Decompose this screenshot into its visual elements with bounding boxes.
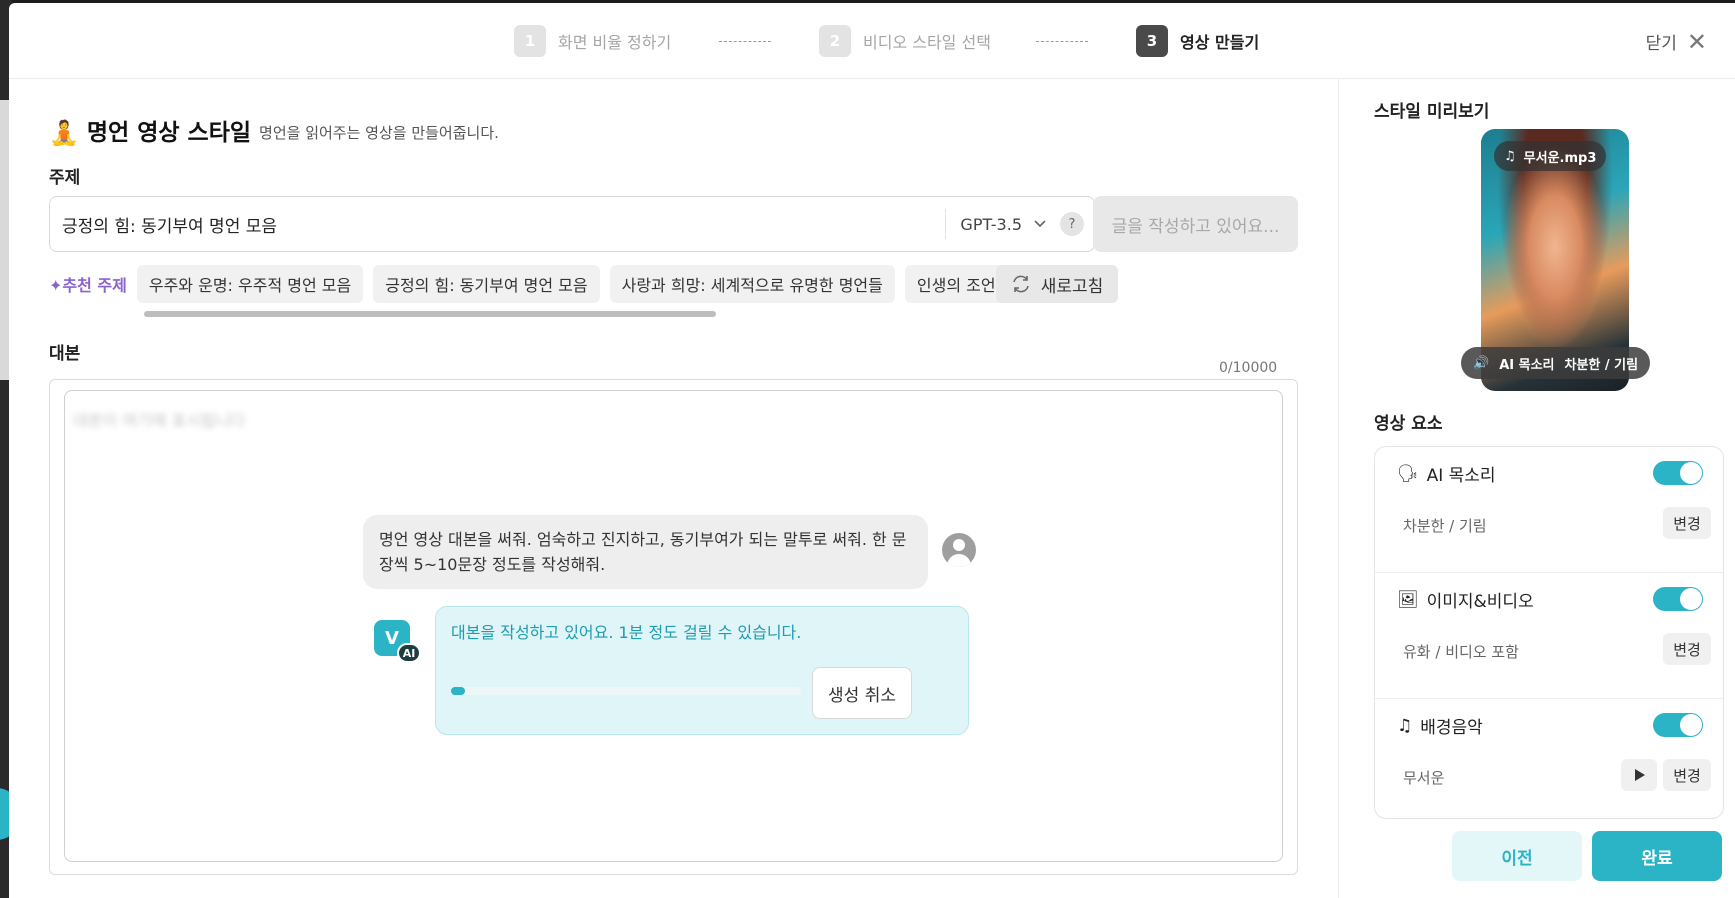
ai-message: 대본을 작성하고 있어요. 1분 정도 걸릴 수 있습니다. 생성 취소 (435, 606, 969, 735)
topic-input[interactable]: 긍정의 힘: 동기부여 명언 모음 GPT-3.5 ? (49, 196, 1095, 252)
generation-progress-bar (451, 687, 801, 695)
music-note-icon: ♫ (1397, 715, 1413, 736)
step-make-video: 3 영상 만들기 (1136, 25, 1259, 57)
element-name: 배경음악 (1420, 718, 1483, 738)
help-icon[interactable]: ? (1060, 212, 1084, 236)
image-icon: 🖼 (1397, 589, 1419, 610)
step-label: 비디오 스타일 선택 (863, 33, 991, 52)
step-divider (1036, 41, 1088, 42)
create-video-modal: 1 화면 비율 정하기 2 비디오 스타일 선택 3 영상 만들기 닫기 ✕ 🧘… (9, 3, 1735, 898)
step-number: 3 (1136, 25, 1168, 57)
refresh-icon (1012, 275, 1029, 293)
bgm-toggle[interactable] (1653, 713, 1703, 737)
element-value: 무서운 (1403, 769, 1445, 787)
topic-chip[interactable]: 우주와 운명: 우주적 명언 모음 (136, 265, 364, 303)
close-button[interactable]: 닫기 ✕ (1645, 27, 1707, 56)
style-title-row: 🧘 명언 영상 스타일 명언을 읽어주는 영상을 만들어줍니다. (49, 113, 499, 147)
image-video-toggle[interactable] (1653, 587, 1703, 611)
step-label: 화면 비율 정하기 (558, 33, 672, 52)
preview-label: 스타일 미리보기 (1374, 102, 1490, 122)
char-counter: 0/10000 (1219, 360, 1278, 376)
element-name: 이미지&비디오 (1426, 592, 1534, 612)
voice-icon: 🗣 (1397, 463, 1419, 484)
user-message: 명언 영상 대본을 써줘. 엄숙하고 진지하고, 동기부여가 되는 말투로 써줘… (363, 515, 928, 589)
step-number: 2 (819, 25, 851, 57)
element-name: AI 목소리 (1426, 466, 1496, 486)
user-avatar-icon (942, 533, 976, 567)
script-textarea[interactable]: 대본이 여기에 표시됩니다 명언 영상 대본을 써줘. 엄숙하고 진지하고, 동… (64, 390, 1283, 862)
speaker-icon: 🔊 (1473, 355, 1490, 371)
topic-label: 주제 (49, 168, 81, 188)
refresh-button[interactable]: 새로고침 (996, 265, 1118, 303)
horizontal-scrollbar[interactable] (144, 311, 716, 317)
close-icon: ✕ (1686, 27, 1707, 56)
element-image-video: 🖼 이미지&비디오 유화 / 비디오 포함 변경 (1375, 573, 1723, 699)
step-number: 1 (514, 25, 546, 57)
progress-fill (451, 687, 465, 695)
play-button[interactable] (1621, 759, 1657, 791)
previous-button[interactable]: 이전 (1452, 831, 1582, 881)
topic-chip[interactable]: 인생의 조언: 고 (904, 265, 1009, 303)
element-ai-voice: 🗣 AI 목소리 차분한 / 기림 변경 (1375, 447, 1723, 573)
script-label: 대본 (49, 344, 81, 364)
recommended-label: ✦추천 주제 (49, 276, 127, 295)
done-button[interactable]: 완료 (1592, 831, 1722, 881)
cancel-generation-button[interactable]: 생성 취소 (812, 667, 912, 719)
elements-label: 영상 요소 (1374, 414, 1443, 434)
model-select[interactable]: GPT-3.5 (946, 215, 1060, 234)
sparkle-icon: ✦ (49, 276, 63, 295)
chevron-down-icon (1034, 220, 1046, 228)
music-note-icon: ♫ (1504, 148, 1516, 164)
change-bgm-button[interactable]: 변경 (1663, 759, 1711, 791)
element-bgm: ♫ 배경음악 무서운 변경 (1375, 699, 1723, 825)
script-placeholder: 대본이 여기에 표시됩니다 (73, 411, 246, 430)
element-value: 차분한 / 기림 (1403, 517, 1487, 535)
video-elements: 🗣 AI 목소리 차분한 / 기림 변경 🖼 이미지&비디오 유화 / 비디오 … (1374, 446, 1724, 819)
page-description: 명언을 읽어주는 영상을 만들어줍니다. (259, 124, 499, 142)
step-aspect-ratio: 1 화면 비율 정하기 (514, 25, 671, 57)
play-icon (1635, 769, 1645, 781)
script-area: 대본이 여기에 표시됩니다 명언 영상 대본을 써줘. 엄숙하고 진지하고, 동… (49, 379, 1298, 875)
recommended-topics: ✦추천 주제 우주와 운명: 우주적 명언 모음 긍정의 힘: 동기부여 명언 … (49, 265, 1009, 303)
voice-tag: 🔊 AI 목소리 차분한 / 기림 (1461, 347, 1651, 379)
step-video-style: 2 비디오 스타일 선택 (819, 25, 991, 57)
ai-voice-toggle[interactable] (1653, 461, 1703, 485)
topic-chip[interactable]: 사랑과 희망: 세계적으로 유명한 명언들 (609, 265, 895, 303)
ai-message-text: 대본을 작성하고 있어요. 1분 정도 걸릴 수 있습니다. (451, 623, 802, 642)
ai-badge: AI (397, 643, 421, 663)
change-image-button[interactable]: 변경 (1663, 633, 1711, 665)
step-label: 영상 만들기 (1180, 33, 1260, 52)
meditation-icon: 🧘 (49, 119, 79, 147)
step-divider (719, 41, 771, 42)
close-label: 닫기 (1645, 34, 1677, 54)
model-value: GPT-3.5 (960, 214, 1022, 234)
music-tag: ♫ 무서운.mp3 (1494, 141, 1607, 171)
topic-chip[interactable]: 긍정의 힘: 동기부여 명언 모음 (373, 265, 600, 303)
right-panel: 스타일 미리보기 ♫ 무서운.mp3 🔊 AI 목소리 차분한 / 기림 영상 … (1338, 79, 1735, 898)
change-voice-button[interactable]: 변경 (1663, 507, 1711, 539)
refresh-label: 새로고침 (1040, 276, 1104, 297)
modal-header: 1 화면 비율 정하기 2 비디오 스타일 선택 3 영상 만들기 닫기 ✕ (9, 3, 1735, 79)
topic-value[interactable]: 긍정의 힘: 동기부여 명언 모음 (50, 212, 945, 237)
element-value: 유화 / 비디오 포함 (1403, 643, 1519, 661)
page-title: 명언 영상 스타일 (86, 120, 252, 146)
generate-button[interactable]: 글을 작성하고 있어요... (1093, 196, 1298, 252)
